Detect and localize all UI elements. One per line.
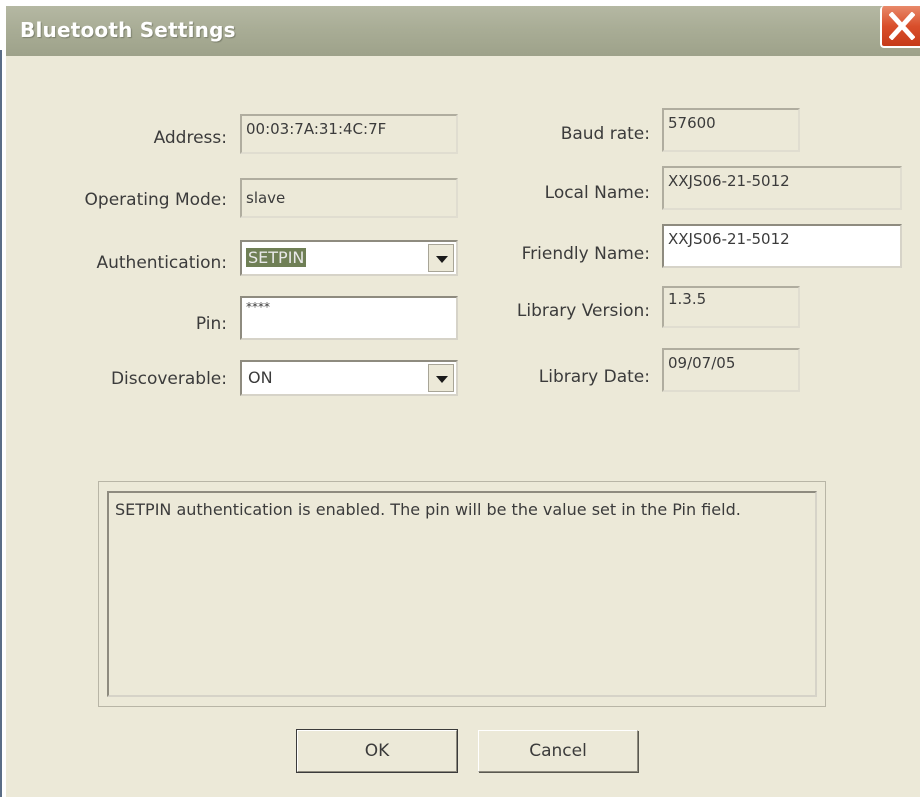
library-date-label: Library Date: xyxy=(538,367,650,387)
cancel-button[interactable]: Cancel xyxy=(478,730,638,772)
operating-mode-field: slave xyxy=(240,178,458,218)
authentication-dropdown[interactable]: SETPIN xyxy=(240,240,458,276)
close-button[interactable] xyxy=(880,6,920,48)
discoverable-selected-value: ON xyxy=(248,368,273,387)
address-label: Address: xyxy=(153,128,227,148)
local-name-label: Local Name: xyxy=(544,183,650,203)
friendly-name-label: Friendly Name: xyxy=(521,244,650,264)
library-date-field: 09/07/05 xyxy=(662,348,800,392)
close-icon xyxy=(889,12,915,40)
window-edge xyxy=(0,50,2,797)
authentication-label: Authentication: xyxy=(96,253,227,273)
discoverable-dropdown[interactable]: ON xyxy=(240,360,458,396)
window-title: Bluetooth Settings xyxy=(20,18,236,42)
pin-input[interactable]: **** xyxy=(240,296,458,340)
message-textbox: SETPIN authentication is enabled. The pi… xyxy=(107,491,817,697)
authentication-selected-value: SETPIN xyxy=(246,248,307,267)
chevron-down-icon[interactable] xyxy=(428,244,454,272)
operating-mode-label: Operating Mode: xyxy=(84,190,227,210)
friendly-name-input[interactable]: XXJS06-21-5012 xyxy=(662,224,902,268)
library-version-field: 1.3.5 xyxy=(662,286,800,328)
chevron-down-icon[interactable] xyxy=(428,364,454,392)
baud-rate-field: 57600 xyxy=(662,108,800,152)
pin-label: Pin: xyxy=(195,314,227,334)
discoverable-label: Discoverable: xyxy=(110,369,227,389)
title-bar[interactable]: Bluetooth Settings xyxy=(6,6,920,56)
ok-button[interactable]: OK xyxy=(296,729,458,773)
library-version-label: Library Version: xyxy=(516,301,650,321)
address-field: 00:03:7A:31:4C:7F xyxy=(240,114,458,154)
baud-rate-label: Baud rate: xyxy=(560,124,650,144)
local-name-field: XXJS06-21-5012 xyxy=(662,166,902,210)
